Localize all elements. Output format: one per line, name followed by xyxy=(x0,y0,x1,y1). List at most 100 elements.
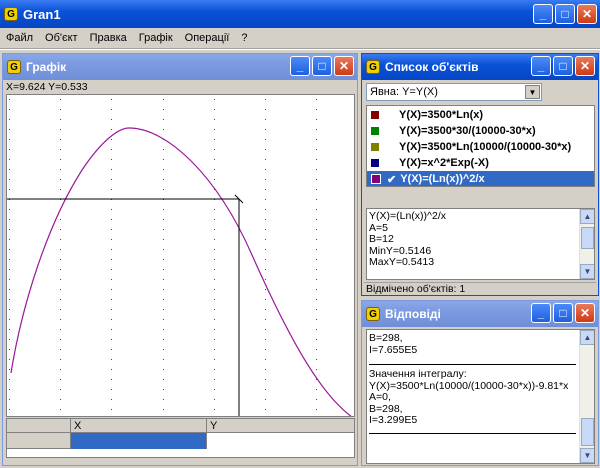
answer-separator xyxy=(369,427,576,434)
scroll-thumb[interactable] xyxy=(581,227,594,249)
grid-dot xyxy=(316,399,317,400)
grid-dot xyxy=(214,389,215,390)
grid-dot xyxy=(163,179,164,180)
grid-dot xyxy=(214,399,215,400)
grid-dot xyxy=(316,369,317,370)
grid-dot xyxy=(9,379,10,380)
menu-graph[interactable]: Графік xyxy=(133,32,179,44)
minimize-icon: _ xyxy=(537,306,545,320)
menu-edit[interactable]: Правка xyxy=(84,32,133,44)
grid-dot xyxy=(60,309,61,310)
list-item[interactable]: Y(X)=x^2*Exp(-X) xyxy=(367,155,594,171)
table-header-y[interactable]: Y xyxy=(207,419,354,433)
grid-dot xyxy=(163,359,164,360)
grid-dot xyxy=(163,399,164,400)
grid-dot xyxy=(9,349,10,350)
grid-dot xyxy=(214,409,215,410)
grid-dot xyxy=(265,329,266,330)
objects-maximize-button[interactable]: □ xyxy=(553,56,573,76)
grid-dot xyxy=(316,249,317,250)
grid-dot xyxy=(111,149,112,150)
list-item[interactable]: Y(X)=3500*Ln(10000/(10000-30*x) xyxy=(367,139,594,155)
objects-window: G Список об'єктів _ □ ✕ Явна: Y=Y(X) ▼ Y… xyxy=(361,53,599,296)
table-row-header xyxy=(7,433,71,449)
grid-dot xyxy=(163,299,164,300)
objects-minimize-button[interactable]: _ xyxy=(531,56,551,76)
scroll-up-icon[interactable]: ▲ xyxy=(580,209,594,224)
list-item-selected[interactable]: ✔ Y(X)=(Ln(x))^2/x xyxy=(367,171,594,186)
grid-dot xyxy=(111,289,112,290)
scroll-up-icon[interactable]: ▲ xyxy=(580,330,594,345)
grid-dot xyxy=(265,149,266,150)
graph-maximize-button[interactable]: □ xyxy=(312,56,332,76)
answers-scrollbar[interactable]: ▲ ▼ xyxy=(579,330,594,463)
scroll-down-icon[interactable]: ▼ xyxy=(580,264,594,279)
grid-dot xyxy=(316,149,317,150)
objects-close-button[interactable]: ✕ xyxy=(575,56,595,76)
plot-area[interactable] xyxy=(6,94,355,417)
grid-dot xyxy=(265,319,266,320)
function-type-select[interactable]: Явна: Y=Y(X) ▼ xyxy=(366,83,542,101)
menu-bar: Файл Об'єкт Правка Графік Операції ? xyxy=(0,28,600,48)
chevron-down-icon[interactable]: ▼ xyxy=(525,85,540,99)
graph-title: Графік xyxy=(26,60,67,74)
table-header-cell xyxy=(7,419,71,433)
maximize-button[interactable]: □ xyxy=(555,4,575,24)
answers-maximize-button[interactable]: □ xyxy=(553,303,573,323)
grid-dot xyxy=(60,189,61,190)
grid-dot xyxy=(111,179,112,180)
scroll-thumb[interactable] xyxy=(581,418,594,446)
grid-dot xyxy=(9,359,10,360)
graph-minimize-button[interactable]: _ xyxy=(290,56,310,76)
list-item[interactable]: Y(X)=3500*Ln(x) xyxy=(367,107,594,123)
grid-dot xyxy=(111,249,112,250)
grid-dot xyxy=(316,169,317,170)
table-header-x[interactable]: X xyxy=(71,419,207,433)
answers-close-button[interactable]: ✕ xyxy=(575,303,595,323)
grid-dot xyxy=(214,239,215,240)
close-button[interactable]: ✕ xyxy=(577,4,597,24)
object-info-panel: Y(X)=(Ln(x))^2/x A=5 B=12 MinY=0.5146 Ma… xyxy=(366,208,595,280)
grid-dot xyxy=(60,229,61,230)
grid-dot xyxy=(111,389,112,390)
grid-dot xyxy=(265,129,266,130)
grid-dot xyxy=(265,359,266,360)
menu-divider xyxy=(0,48,600,50)
grid-dot xyxy=(9,179,10,180)
grid-dot xyxy=(316,229,317,230)
grid-dot xyxy=(163,329,164,330)
grid-dot xyxy=(9,269,10,270)
grid-dot xyxy=(9,99,10,100)
list-item[interactable]: Y(X)=3500*30/(10000-30*x) xyxy=(367,123,594,139)
grid-dot xyxy=(9,149,10,150)
graph-close-button[interactable]: ✕ xyxy=(334,56,354,76)
grid-dot xyxy=(111,399,112,400)
grid-dot xyxy=(9,229,10,230)
grid-dot xyxy=(163,259,164,260)
menu-object[interactable]: Об'єкт xyxy=(39,32,84,44)
table-cell-y[interactable] xyxy=(207,433,354,449)
grid-dot xyxy=(60,219,61,220)
table-cell-x[interactable] xyxy=(71,433,207,449)
scroll-down-icon[interactable]: ▼ xyxy=(580,448,594,463)
menu-operations[interactable]: Операції xyxy=(179,32,236,44)
grid-dot xyxy=(316,309,317,310)
grid-dot xyxy=(111,279,112,280)
answer-line: I=3.299E5 xyxy=(369,414,418,426)
grid-dot xyxy=(214,319,215,320)
answers-minimize-button[interactable]: _ xyxy=(531,303,551,323)
list-item-label: Y(X)=3500*Ln(x) xyxy=(399,109,484,121)
grid-dot xyxy=(214,209,215,210)
grid-dot xyxy=(9,119,10,120)
grid-dot xyxy=(111,269,112,270)
grid-dot xyxy=(163,309,164,310)
menu-help[interactable]: ? xyxy=(235,32,253,44)
grid-dot xyxy=(60,269,61,270)
info-scrollbar[interactable]: ▲ ▼ xyxy=(579,209,594,279)
grid-dot xyxy=(316,409,317,410)
list-item-label: Y(X)=x^2*Exp(-X) xyxy=(399,157,489,169)
minimize-button[interactable]: _ xyxy=(533,4,553,24)
close-icon: ✕ xyxy=(338,59,350,73)
grid-dot xyxy=(265,239,266,240)
menu-file[interactable]: Файл xyxy=(0,32,39,44)
